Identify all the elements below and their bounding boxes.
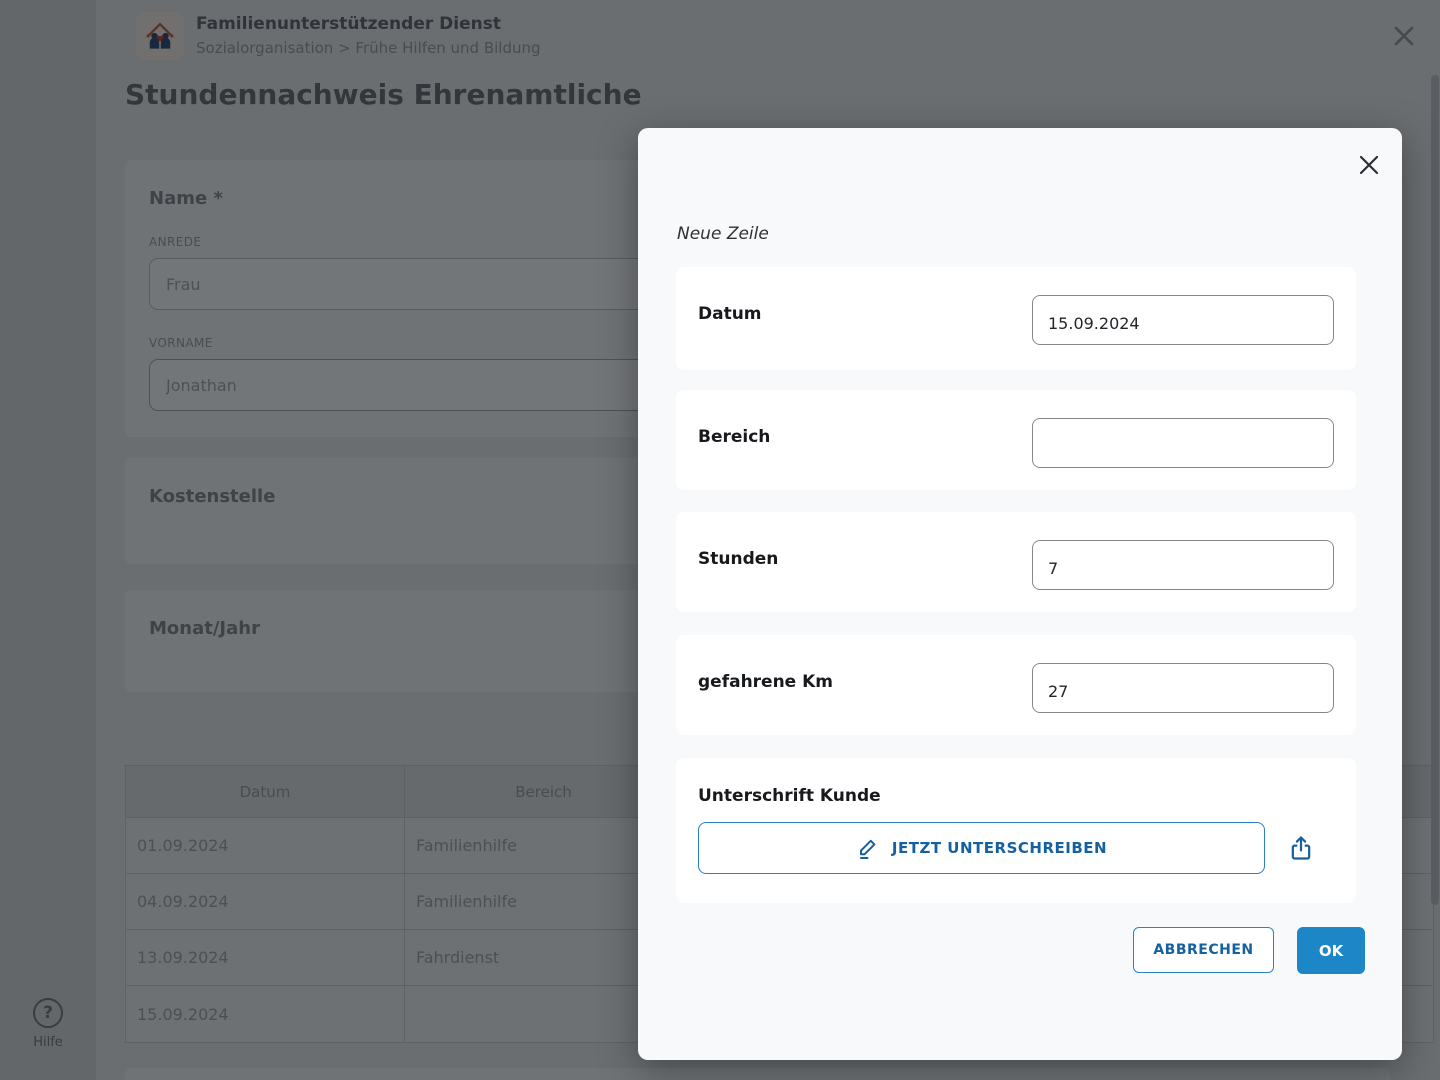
datum-input[interactable] [1032,295,1334,345]
bereich-label: Bereich [698,427,771,447]
bereich-input[interactable] [1032,418,1334,468]
signature-row: Unterschrift Kunde JETZT UNTERSCHREIBEN [676,758,1356,903]
sign-now-label: JETZT UNTERSCHREIBEN [891,839,1108,857]
bereich-row: Bereich [676,390,1356,490]
gefahrene-km-label: gefahrene Km [698,672,834,692]
stunden-row: Stunden [676,512,1356,612]
new-row-dialog: Neue Zeile Datum Bereich Stunden gefahre… [638,128,1402,1060]
dialog-actions: ABBRECHEN OK [1133,927,1365,974]
cancel-button[interactable]: ABBRECHEN [1133,927,1274,973]
datum-label: Datum [698,304,762,324]
signature-label: Unterschrift Kunde [698,786,881,806]
datum-row: Datum [676,267,1356,370]
ok-button[interactable]: OK [1297,927,1365,974]
stunden-label: Stunden [698,549,779,569]
gefahrene-km-row: gefahrene Km [676,635,1356,735]
dialog-title: Neue Zeile [677,224,769,244]
dialog-close-icon[interactable] [1354,150,1384,180]
page-root: ? Hilfe Familienunterstützender Dienst S… [0,0,1440,1080]
gefahrene-km-input[interactable] [1032,663,1334,713]
pencil-icon [859,839,876,859]
stunden-input[interactable] [1032,540,1334,590]
upload-icon[interactable] [1287,834,1315,862]
sign-now-button[interactable]: JETZT UNTERSCHREIBEN [698,822,1265,874]
